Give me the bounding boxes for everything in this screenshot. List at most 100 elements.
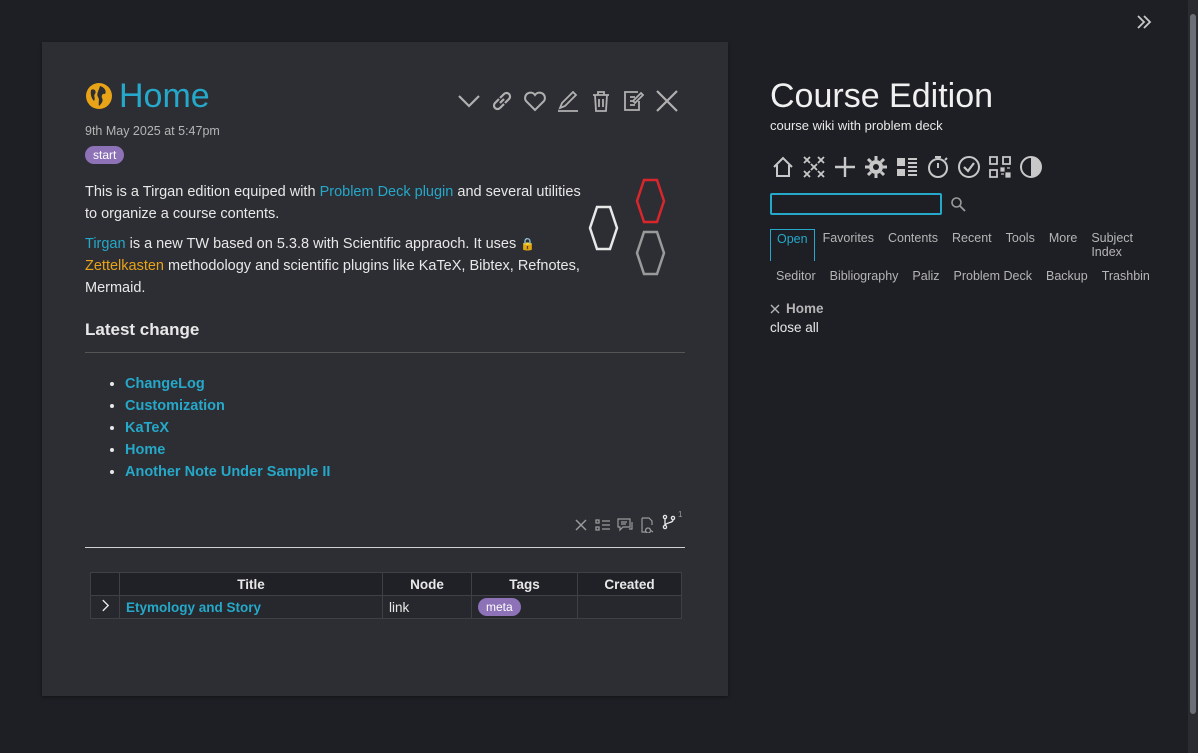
tiddler-toolbar	[454, 86, 681, 115]
check-circle-icon	[958, 156, 980, 178]
sidebar: Course Edition course wiki with problem …	[770, 76, 1180, 335]
edit-button[interactable]	[553, 86, 582, 115]
contrast-icon	[1020, 156, 1042, 178]
change-link[interactable]: Customization	[125, 398, 225, 414]
task-button[interactable]	[956, 154, 982, 180]
tab-subject-index[interactable]: Subject Index	[1085, 229, 1168, 261]
tag-start[interactable]: start	[85, 146, 125, 164]
list-item: Customization	[125, 395, 330, 417]
tab-backup[interactable]: Backup	[1040, 267, 1094, 285]
list-item: ChangeLog	[125, 373, 330, 395]
home-icon	[773, 156, 793, 177]
branch-icon	[662, 514, 676, 530]
row-title-link[interactable]: Etymology and Story	[126, 600, 261, 615]
change-link[interactable]: Home	[125, 442, 165, 458]
new-tiddler-button[interactable]	[832, 154, 858, 180]
tiddler-title: Home	[119, 77, 210, 115]
heart-icon	[523, 91, 546, 111]
tab-favorites[interactable]: Favorites	[817, 229, 880, 261]
permalink-button[interactable]	[487, 86, 516, 115]
timer-button[interactable]	[925, 154, 951, 180]
tab-open[interactable]: Open	[770, 229, 815, 261]
theme-toggle-button[interactable]	[1018, 154, 1044, 180]
tab-trashbin[interactable]: Trashbin	[1096, 267, 1156, 285]
control-panel-button[interactable]	[863, 154, 889, 180]
qr-code-icon	[989, 156, 1011, 178]
list-tools: 1	[573, 510, 682, 535]
column-header-title[interactable]: Title	[119, 572, 383, 596]
chevron-right-icon	[101, 599, 109, 612]
more-actions-button[interactable]	[454, 86, 483, 115]
problem-deck-link[interactable]: Problem Deck plugin	[320, 184, 454, 200]
close-all-link[interactable]: close all	[770, 320, 1180, 335]
change-list: ChangeLog Customization KaTeX Home Another N…	[85, 373, 330, 483]
expand-sidebar-button[interactable]	[1134, 12, 1154, 32]
zettelkasten-link[interactable]: Zettelkasten	[85, 258, 164, 274]
column-header-created[interactable]: Created	[577, 572, 682, 596]
tab-seditor[interactable]: Seditor	[770, 267, 822, 285]
sidebar-tabs: Open Favorites Contents Recent Tools More Subj…	[770, 229, 1170, 285]
tag-meta[interactable]: meta	[478, 598, 521, 616]
search-icon[interactable]	[950, 196, 966, 212]
site-title: Course Edition	[770, 77, 994, 115]
close-all-icon	[803, 156, 825, 178]
tab-contents[interactable]: Contents	[882, 229, 944, 261]
tab-problem-deck[interactable]: Problem Deck	[948, 267, 1039, 285]
tab-recent[interactable]: Recent	[946, 229, 998, 261]
row-node: link	[382, 595, 472, 619]
home-tiddler: Home 9th May 2025 at 5:47pm start This i…	[42, 42, 728, 696]
tiddler-date: 9th May 2025 at 5:47pm	[85, 124, 220, 138]
change-link[interactable]: Another Note Under Sample II	[125, 464, 330, 480]
search-doc-icon[interactable]	[639, 516, 655, 533]
table-row: Etymology and Story link meta	[90, 595, 682, 619]
gear-icon	[865, 156, 887, 178]
open-item-home[interactable]: Home	[770, 301, 1180, 316]
chevron-down-icon	[457, 94, 480, 108]
divider	[85, 547, 685, 548]
home-button[interactable]	[770, 154, 796, 180]
branch-button[interactable]: 1	[661, 510, 682, 535]
list-item: KaTeX	[125, 417, 330, 439]
site-subtitle: course wiki with problem deck	[770, 118, 943, 133]
checklist-icon[interactable]	[595, 517, 611, 533]
expand-column-header	[90, 572, 120, 596]
tirgan-link[interactable]: Tirgan	[85, 236, 126, 252]
list-icon	[897, 158, 917, 176]
tab-paliz[interactable]: Paliz	[906, 267, 945, 285]
new-note-icon	[623, 90, 644, 111]
tab-bibliography[interactable]: Bibliography	[824, 267, 905, 285]
list-item: Home	[125, 439, 330, 461]
close-all-button[interactable]	[801, 154, 827, 180]
change-link[interactable]: ChangeLog	[125, 376, 205, 392]
close-icon[interactable]	[770, 304, 780, 314]
change-link[interactable]: KaTeX	[125, 420, 169, 436]
close-tiddler-button[interactable]	[652, 86, 681, 115]
tiddler-body: This is a Tirgan edition equiped with Pr…	[85, 181, 595, 307]
references-table: Title Node Tags Created Etymology and St…	[90, 572, 682, 619]
column-header-tags[interactable]: Tags	[471, 572, 578, 596]
close-icon[interactable]	[573, 517, 589, 533]
comments-icon[interactable]	[617, 517, 633, 533]
delete-button[interactable]	[586, 86, 615, 115]
row-created	[577, 595, 682, 619]
scrollbar[interactable]	[1188, 0, 1198, 753]
branch-count: 1	[678, 510, 683, 519]
lock-icon: 🔒	[520, 237, 536, 251]
open-list: Home close all	[770, 301, 1180, 335]
latest-change-heading: Latest change	[85, 320, 200, 339]
new-here-button[interactable]	[619, 86, 648, 115]
column-header-node[interactable]: Node	[382, 572, 472, 596]
link-icon	[492, 91, 511, 110]
qr-code-button[interactable]	[987, 154, 1013, 180]
scroll-thumb[interactable]	[1190, 14, 1196, 714]
page-controls	[770, 154, 1180, 180]
search-input[interactable]	[770, 193, 942, 215]
expand-row-button[interactable]	[90, 595, 120, 619]
search-row	[770, 193, 1180, 215]
tab-more[interactable]: More	[1043, 229, 1083, 261]
paragraph-intro: This is a Tirgan edition equiped with Pr…	[85, 184, 581, 222]
list-view-button[interactable]	[894, 154, 920, 180]
tab-tools[interactable]: Tools	[1000, 229, 1041, 261]
favorite-button[interactable]	[520, 86, 549, 115]
divider	[85, 352, 685, 353]
